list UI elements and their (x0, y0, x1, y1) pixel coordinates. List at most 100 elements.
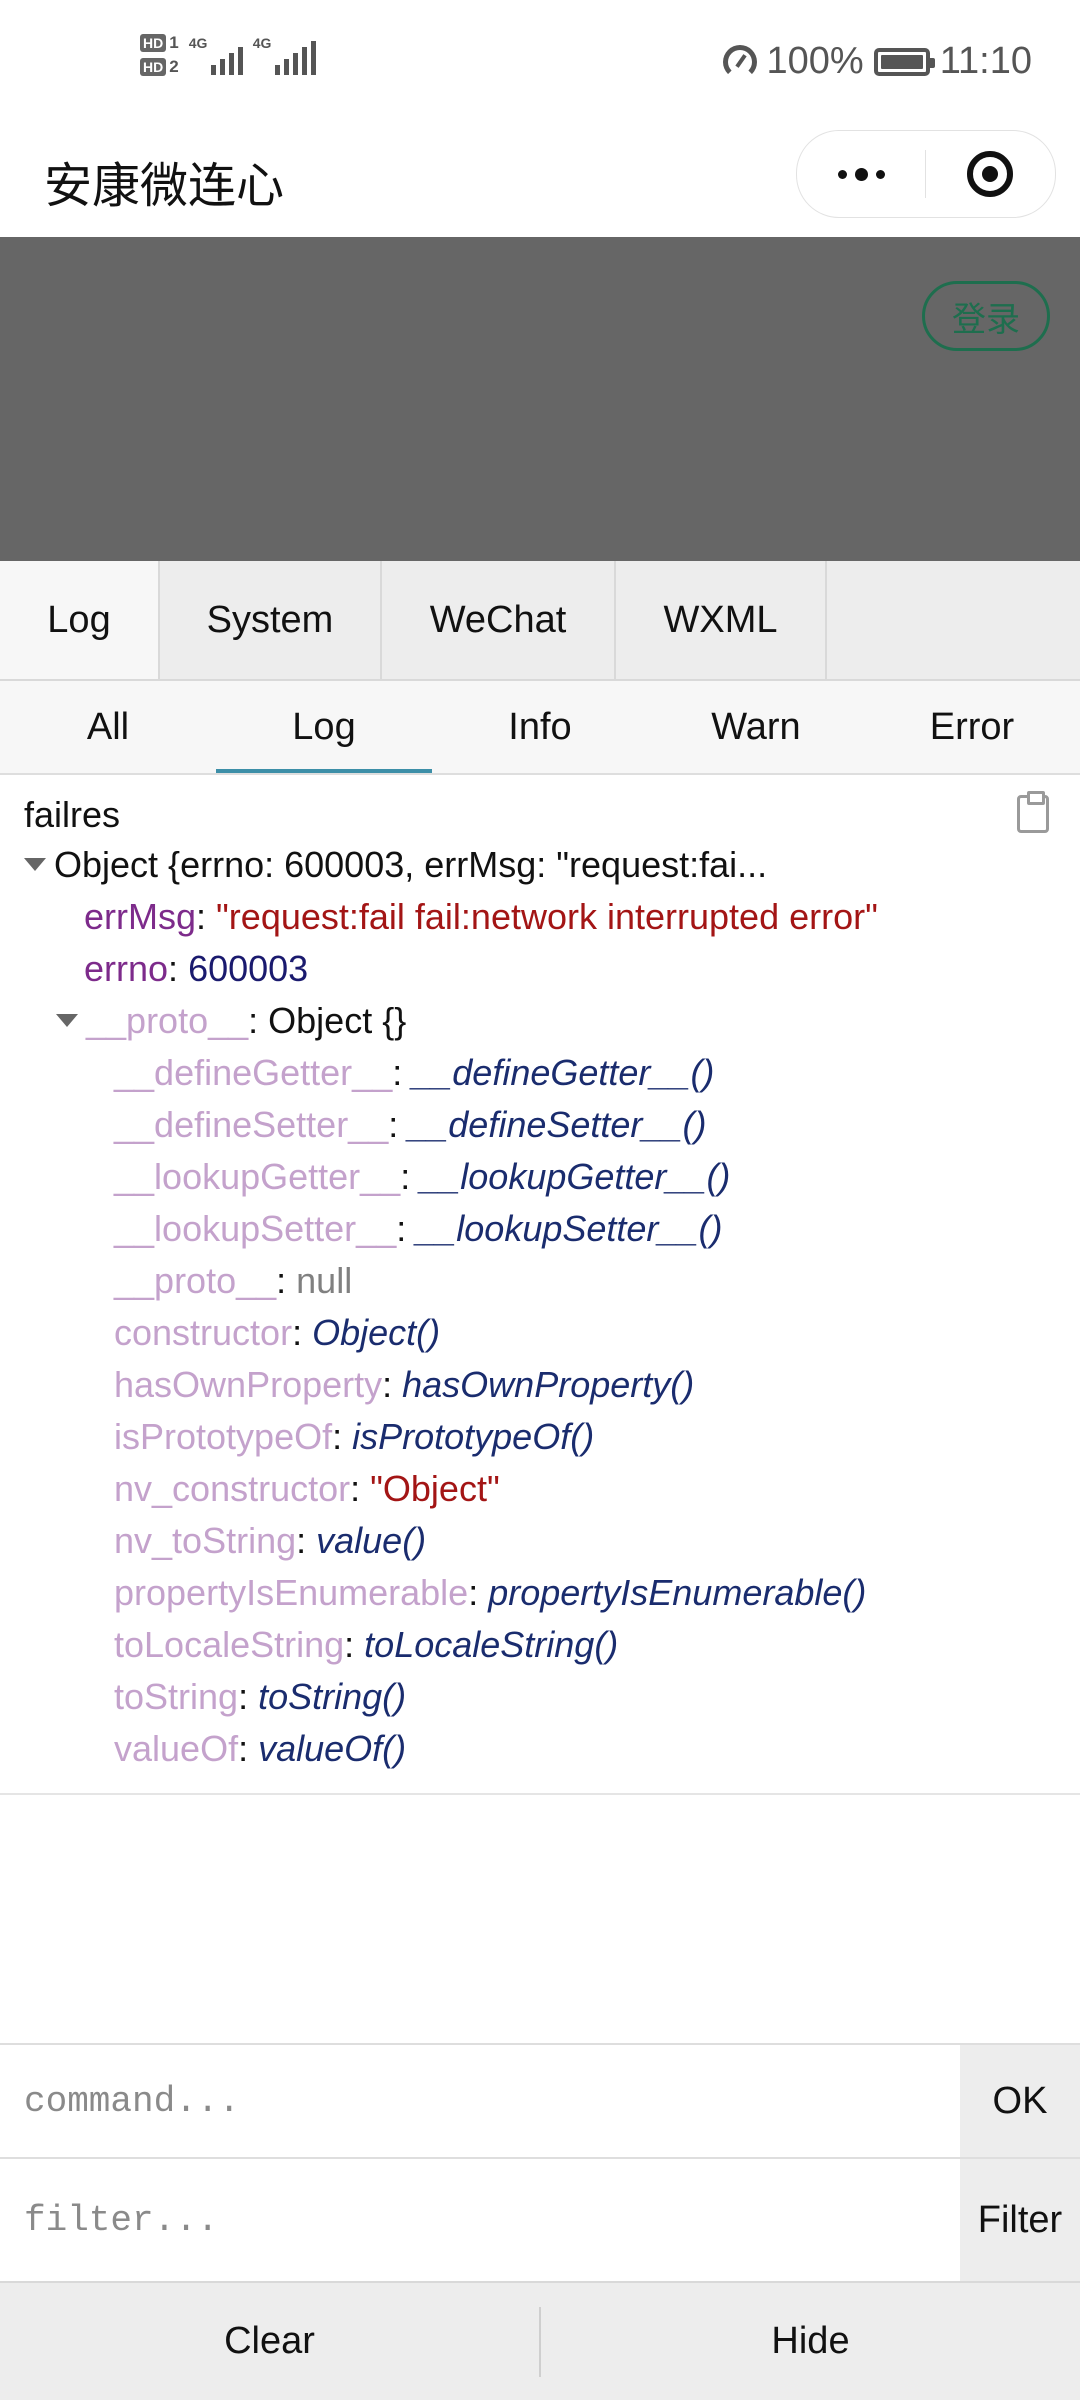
level-tab-info[interactable]: Info (432, 681, 648, 773)
prop-key: toLocaleString (114, 1624, 345, 1665)
proto-prop-row: __lookupGetter__: __lookupGetter__() (114, 1156, 731, 1197)
login-button[interactable]: 登录 (922, 281, 1050, 351)
hide-button[interactable]: Hide (541, 2283, 1080, 2400)
prop-value: toLocaleString() (364, 1624, 619, 1665)
prop-value: propertyIsEnumerable() (488, 1572, 867, 1613)
prop-key: errno (84, 948, 169, 989)
sim2-number: 2 (169, 57, 179, 76)
vconsole-tabs: Log System WeChat WXML (0, 561, 1080, 681)
prop-key: __lookupSetter__ (114, 1208, 397, 1249)
prop-value: __defineSetter__() (408, 1104, 707, 1145)
prop-key: toString (114, 1676, 239, 1717)
proto-key: __proto__ (86, 1000, 249, 1041)
prop-key: valueOf (114, 1728, 239, 1769)
prop-key: isPrototypeOf (114, 1416, 333, 1457)
tab-log[interactable]: Log (0, 561, 160, 679)
prop-value: value() (316, 1520, 427, 1561)
proto-prop-row: propertyIsEnumerable: propertyIsEnumerab… (114, 1572, 867, 1613)
tab-wechat[interactable]: WeChat (382, 561, 616, 679)
prop-value: __lookupSetter__() (416, 1208, 723, 1249)
sim-indicators: HD 1 HD 2 4G 4G (140, 34, 316, 76)
status-right: 100% 11:10 (722, 40, 1032, 83)
page-overlay: 登录 (0, 237, 1080, 561)
more-dots-icon (837, 167, 885, 181)
signal-bars-icon: 4G (189, 35, 243, 75)
log-label: failres (24, 794, 121, 835)
vconsole-footer: Clear Hide (0, 2281, 1080, 2400)
proto-prop-row: hasOwnProperty: hasOwnProperty() (114, 1364, 695, 1405)
proto-prop-row: __lookupSetter__: __lookupSetter__() (114, 1208, 723, 1249)
log-level-tabs: All Log Info Warn Error (0, 681, 1080, 775)
proto-row[interactable]: __proto__: Object {} (56, 998, 406, 1044)
network-type-label: 4G (188, 35, 208, 51)
status-bar: HD 1 HD 2 4G 4G 100% 11:10 (0, 0, 1080, 130)
filter-row: Filter (0, 2157, 1080, 2281)
hd-badge: HD (140, 58, 167, 76)
proto-prop-row: isPrototypeOf: isPrototypeOf() (114, 1416, 595, 1457)
prop-value: toString() (258, 1676, 407, 1717)
prop-value: hasOwnProperty() (402, 1364, 695, 1405)
log-entry: failres Object {errno: 600003, errMsg: "… (0, 775, 1080, 1795)
prop-value: 600003 (188, 948, 309, 989)
proto-prop-row: toString: toString() (114, 1676, 407, 1717)
app-title: 安康微连心 (44, 160, 285, 213)
prop-value: "request:fail fail:network interrupted e… (216, 896, 878, 937)
command-input[interactable] (0, 2045, 958, 2157)
proto-prop-row: __defineSetter__: __defineSetter__() (114, 1104, 707, 1145)
capsule-menu (796, 130, 1056, 218)
prop-key: __defineSetter__ (114, 1104, 389, 1145)
prop-value: Object() (312, 1312, 441, 1353)
proto-value: : Object {} (248, 1000, 407, 1041)
prop-value: "Object" (370, 1468, 500, 1509)
prop-key: hasOwnProperty (114, 1364, 383, 1405)
prop-value: null (296, 1260, 353, 1301)
proto-prop-row: constructor: Object() (114, 1312, 441, 1353)
prop-row: errno: 600003 (84, 948, 309, 989)
prop-value: __defineGetter__() (412, 1052, 715, 1093)
network-type-label: 4G (252, 35, 272, 51)
hd-badge: HD (140, 34, 167, 52)
prop-key: constructor (114, 1312, 293, 1353)
triangle-down-icon[interactable] (56, 1013, 78, 1027)
prop-value: valueOf() (258, 1728, 407, 1769)
command-row: OK (0, 2043, 1080, 2157)
tab-system[interactable]: System (160, 561, 382, 679)
level-tab-error[interactable]: Error (864, 681, 1080, 773)
filter-button[interactable]: Filter (960, 2159, 1080, 2281)
clipboard-icon[interactable] (1017, 791, 1049, 833)
filter-input[interactable] (0, 2159, 958, 2281)
tab-wxml[interactable]: WXML (616, 561, 827, 679)
triangle-down-icon[interactable] (24, 857, 46, 871)
prop-value: __lookupGetter__() (420, 1156, 731, 1197)
object-summary-text: Object {errno: 600003, errMsg: "request:… (54, 844, 768, 885)
prop-row: errMsg: "request:fail fail:network inter… (84, 896, 878, 937)
proto-prop-row: __proto__: null (114, 1260, 353, 1301)
mini-program-title-bar: 安康微连心 (0, 130, 1080, 237)
prop-key: __proto__ (114, 1260, 277, 1301)
signal-bars-icon: 4G (253, 35, 316, 75)
level-tab-all[interactable]: All (0, 681, 216, 773)
more-button[interactable] (797, 131, 925, 217)
proto-prop-row: valueOf: valueOf() (114, 1728, 407, 1769)
clock: 11:10 (939, 40, 1032, 82)
target-circle-icon (967, 151, 1013, 197)
battery-percent: 100% (766, 40, 864, 82)
battery-icon (873, 47, 935, 76)
prop-key: __defineGetter__ (114, 1052, 393, 1093)
sim2-indicator: HD 2 (140, 58, 179, 76)
level-tab-warn[interactable]: Warn (648, 681, 864, 773)
sim1-indicator: HD 1 (140, 34, 179, 52)
prop-key: nv_toString (114, 1520, 297, 1561)
prop-value: isPrototypeOf() (352, 1416, 595, 1457)
close-button[interactable] (926, 131, 1054, 217)
proto-prop-row: toLocaleString: toLocaleString() (114, 1624, 619, 1665)
proto-prop-row: nv_toString: value() (114, 1520, 427, 1561)
object-summary[interactable]: Object {errno: 600003, errMsg: "request:… (24, 842, 767, 888)
proto-prop-row: __defineGetter__: __defineGetter__() (114, 1052, 715, 1093)
prop-key: errMsg (84, 896, 197, 937)
clear-button[interactable]: Clear (0, 2283, 539, 2400)
prop-key: nv_constructor (114, 1468, 351, 1509)
level-tab-log[interactable]: Log (216, 681, 432, 773)
ok-button[interactable]: OK (960, 2045, 1080, 2157)
proto-prop-row: nv_constructor: "Object" (114, 1468, 500, 1509)
